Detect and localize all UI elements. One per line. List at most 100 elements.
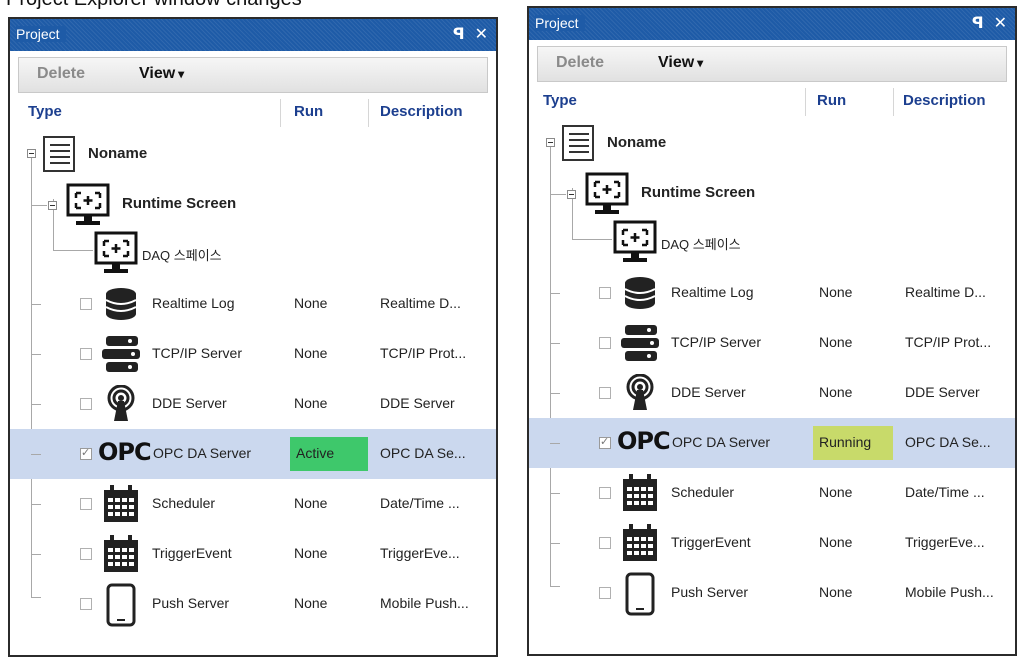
antenna-icon xyxy=(626,374,654,410)
delete-button[interactable]: Delete xyxy=(556,54,604,72)
calendar-icon xyxy=(104,485,138,522)
item-description: TriggerEve... xyxy=(380,545,460,561)
column-header-description[interactable]: Description xyxy=(380,103,463,120)
delete-button[interactable]: Delete xyxy=(37,65,85,83)
column-header-run[interactable]: Run xyxy=(294,103,323,120)
run-status: None xyxy=(294,595,328,611)
view-menu-button[interactable]: View ▾ xyxy=(139,65,184,83)
item-description: TCP/IP Prot... xyxy=(905,334,992,350)
list-item[interactable]: TriggerEvent None TriggerEve... xyxy=(529,518,1015,568)
enable-checkbox[interactable] xyxy=(80,548,92,560)
list-item[interactable]: Realtime Log None Realtime D... xyxy=(529,268,1015,318)
list-item[interactable]: Scheduler None Date/Time ... xyxy=(10,479,496,529)
column-header-description[interactable]: Description xyxy=(903,92,986,109)
list-item-selected[interactable]: OPC OPC DA Server Running OPC DA Se... xyxy=(529,418,1015,468)
run-status-badge: Running xyxy=(813,426,893,460)
close-icon[interactable]: ✕ xyxy=(994,13,1007,32)
caption-text: Project Explorer window changes xyxy=(0,0,500,14)
run-status-badge: Active xyxy=(290,437,368,471)
column-header-type[interactable]: Type xyxy=(28,103,62,120)
column-header-run[interactable]: Run xyxy=(817,92,846,109)
calendar-icon xyxy=(623,474,657,511)
item-label: Realtime Log xyxy=(671,284,754,300)
item-description: OPC DA Se... xyxy=(905,434,991,450)
list-item[interactable]: Push Server None Mobile Push... xyxy=(529,568,1015,618)
calendar-icon xyxy=(623,524,657,561)
tree-node-daq[interactable]: DAQ 스페이스 xyxy=(529,218,1015,268)
item-label: TriggerEvent xyxy=(671,534,751,550)
document-icon xyxy=(562,125,594,161)
item-label: Scheduler xyxy=(152,495,216,511)
enable-checkbox[interactable] xyxy=(599,287,611,299)
item-description: OPC DA Se... xyxy=(380,445,466,461)
run-status: None xyxy=(294,545,328,561)
pin-icon[interactable]: ꟼ xyxy=(453,24,465,43)
tree-node-label: Noname xyxy=(607,134,667,151)
document-icon xyxy=(43,136,75,172)
enable-checkbox[interactable] xyxy=(80,598,92,610)
enable-checkbox[interactable] xyxy=(80,298,92,310)
tree-node-daq[interactable]: DAQ 스페이스 xyxy=(10,229,496,279)
list-item[interactable]: Scheduler None Date/Time ... xyxy=(529,468,1015,518)
list-item[interactable]: TriggerEvent None TriggerEve... xyxy=(10,529,496,579)
item-description: Mobile Push... xyxy=(380,595,469,611)
column-header-type[interactable]: Type xyxy=(543,92,577,109)
enable-checkbox[interactable] xyxy=(599,487,611,499)
collapse-toggle[interactable] xyxy=(27,149,36,158)
tree-node-label: Runtime Screen xyxy=(122,195,237,212)
list-item[interactable]: TCP/IP Server None TCP/IP Prot... xyxy=(10,329,496,379)
project-panel-right: Project ꟼ ✕ Delete View ▾ Type Run Descrip… xyxy=(527,6,1017,656)
collapse-toggle[interactable] xyxy=(567,190,576,199)
tree-node-label: DAQ 스페이스 xyxy=(142,248,222,263)
project-panel-left: Project ꟼ ✕ Delete View ▾ Type Run Descrip… xyxy=(8,17,498,657)
enable-checkbox[interactable] xyxy=(599,587,611,599)
item-label: DDE Server xyxy=(152,395,227,411)
tree-node-label: DAQ 스페이스 xyxy=(661,237,741,252)
item-label: DDE Server xyxy=(671,384,746,400)
item-label: OPC DA Server xyxy=(153,445,252,461)
run-status: None xyxy=(294,495,328,511)
close-icon[interactable]: ✕ xyxy=(475,24,488,43)
list-item[interactable]: Realtime Log None Realtime D... xyxy=(10,279,496,329)
item-description: Realtime D... xyxy=(905,284,986,300)
enable-checkbox[interactable] xyxy=(599,435,611,449)
list-item[interactable]: DDE Server None DDE Server xyxy=(529,368,1015,418)
item-label: Push Server xyxy=(671,584,749,600)
tree-node-root[interactable]: Noname xyxy=(10,129,496,179)
collapse-toggle[interactable] xyxy=(48,201,57,210)
calendar-icon xyxy=(104,535,138,572)
collapse-toggle[interactable] xyxy=(546,138,555,147)
list-item[interactable]: DDE Server None DDE Server xyxy=(10,379,496,429)
item-label: Realtime Log xyxy=(152,295,235,311)
item-label: TriggerEvent xyxy=(152,545,232,561)
enable-checkbox[interactable] xyxy=(80,498,92,510)
tree-node-runtime-screen[interactable]: Runtime Screen xyxy=(10,179,496,229)
list-item[interactable]: Push Server None Mobile Push... xyxy=(10,579,496,629)
tree-node-root[interactable]: Noname xyxy=(529,118,1015,168)
panel-titlebar: Project ꟼ ✕ xyxy=(529,8,1015,40)
database-icon xyxy=(105,288,137,320)
phone-icon xyxy=(625,572,655,616)
list-item[interactable]: TCP/IP Server None TCP/IP Prot... xyxy=(529,318,1015,368)
tree-node-runtime-screen[interactable]: Runtime Screen xyxy=(529,168,1015,218)
run-status: None xyxy=(819,534,853,550)
enable-checkbox[interactable] xyxy=(80,398,92,410)
database-icon xyxy=(624,277,656,309)
enable-checkbox[interactable] xyxy=(599,537,611,549)
panel-title: Project xyxy=(16,26,66,42)
view-menu-button[interactable]: View ▾ xyxy=(658,54,703,72)
enable-checkbox[interactable] xyxy=(599,337,611,349)
pin-icon[interactable]: ꟼ xyxy=(972,13,984,32)
tree-node-label: Runtime Screen xyxy=(641,184,756,201)
server-icon xyxy=(102,336,140,372)
list-item-selected[interactable]: OPC OPC DA Server Active OPC DA Se... xyxy=(10,429,496,479)
chevron-down-icon: ▾ xyxy=(178,67,185,81)
server-icon xyxy=(621,325,659,361)
run-status: None xyxy=(819,284,853,300)
enable-checkbox[interactable] xyxy=(80,348,92,360)
monitor-icon xyxy=(585,172,629,214)
item-label: Push Server xyxy=(152,595,230,611)
opc-logo-icon: OPC xyxy=(98,438,152,466)
enable-checkbox[interactable] xyxy=(599,387,611,399)
enable-checkbox[interactable] xyxy=(80,446,92,460)
